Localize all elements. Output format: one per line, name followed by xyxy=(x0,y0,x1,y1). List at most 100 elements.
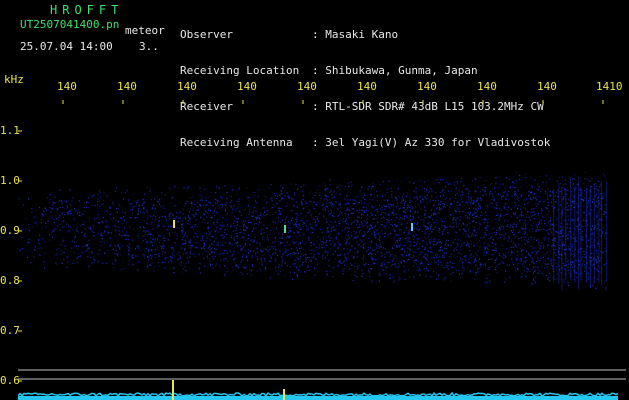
noise-speck xyxy=(206,237,208,239)
noise-speck xyxy=(21,248,23,250)
noise-speck xyxy=(179,257,181,259)
noise-speck xyxy=(388,221,390,223)
noise-speck xyxy=(280,185,282,187)
noise-speck xyxy=(566,260,568,262)
noise-speck xyxy=(354,274,356,277)
noise-speck xyxy=(131,206,133,208)
noise-speck xyxy=(246,216,248,218)
noise-speck xyxy=(332,253,334,255)
noise-speck xyxy=(428,236,430,238)
noise-speck xyxy=(319,213,321,215)
noise-speck xyxy=(223,252,225,254)
noise-speck xyxy=(517,190,520,192)
noise-speck xyxy=(447,204,449,206)
noise-speck xyxy=(388,219,390,222)
noise-speck xyxy=(49,198,51,200)
noise-speck xyxy=(510,254,512,256)
noise-speck xyxy=(230,195,232,198)
noise-speck xyxy=(408,276,411,278)
noise-speck xyxy=(244,225,246,227)
noise-speck xyxy=(380,214,382,216)
noise-speck xyxy=(406,207,409,209)
noise-speck xyxy=(470,253,472,255)
noise-speck xyxy=(490,236,492,238)
noise-speck xyxy=(602,192,604,195)
noise-speck xyxy=(473,208,475,210)
noise-speck xyxy=(539,248,541,250)
noise-speck xyxy=(280,207,282,209)
noise-speck xyxy=(156,254,158,256)
noise-speck xyxy=(419,196,421,198)
noise-speck xyxy=(487,243,489,245)
noise-speck xyxy=(217,200,219,202)
noise-speck xyxy=(196,226,199,228)
noise-speck xyxy=(237,224,239,226)
noise-speck xyxy=(293,232,295,234)
noise-speck xyxy=(138,247,140,249)
noise-speck xyxy=(170,225,172,227)
noise-speck xyxy=(28,224,30,226)
noise-speck xyxy=(436,262,438,264)
noise-speck xyxy=(150,198,153,201)
noise-speck xyxy=(500,260,502,262)
noise-speck xyxy=(270,257,272,259)
noise-speck xyxy=(40,219,42,221)
noise-speck xyxy=(247,259,249,262)
noise-speck xyxy=(494,269,497,271)
noise-speck xyxy=(595,195,597,197)
noise-speck xyxy=(469,250,471,252)
noise-speck xyxy=(469,271,471,273)
noise-speck xyxy=(453,249,455,252)
noise-speck xyxy=(546,207,548,210)
noise-speck xyxy=(398,195,400,197)
noise-speck xyxy=(354,199,356,201)
noise-speck xyxy=(337,246,339,248)
noise-speck xyxy=(492,228,494,230)
noise-speck xyxy=(117,220,119,223)
noise-speck xyxy=(206,227,209,229)
noise-speck xyxy=(459,239,461,241)
noise-speck xyxy=(457,243,459,245)
noise-speck xyxy=(371,257,373,259)
noise-speck xyxy=(371,253,373,255)
noise-speck xyxy=(359,190,361,192)
noise-speck xyxy=(498,207,501,209)
noise-speck xyxy=(370,225,372,227)
noise-speck xyxy=(203,242,205,244)
noise-speck xyxy=(397,188,399,190)
noise-speck xyxy=(420,261,422,263)
noise-speck xyxy=(296,266,298,268)
noise-speck xyxy=(339,213,341,215)
noise-speck xyxy=(345,203,348,205)
noise-speck xyxy=(266,249,268,251)
noise-speck xyxy=(488,273,490,276)
noise-speck xyxy=(426,201,428,203)
noise-speck xyxy=(62,226,64,228)
noise-speck xyxy=(309,249,311,251)
noise-speck xyxy=(584,171,586,174)
noise-speck xyxy=(196,246,198,248)
noise-speck xyxy=(409,181,411,183)
noise-speck xyxy=(545,224,547,226)
noise-speck xyxy=(150,255,152,257)
noise-speck xyxy=(456,217,458,220)
noise-speck xyxy=(381,206,383,208)
noise-speck xyxy=(115,187,117,189)
noise-speck xyxy=(298,233,300,235)
noise-speck xyxy=(559,190,561,193)
noise-speck xyxy=(218,204,220,206)
noise-speck xyxy=(364,265,366,267)
noise-speck xyxy=(523,270,526,272)
noise-speck xyxy=(524,208,527,210)
noise-speck xyxy=(230,225,232,227)
noise-speck xyxy=(268,249,270,251)
noise-speck xyxy=(509,276,511,278)
noise-speck xyxy=(437,256,439,258)
noise-speck xyxy=(61,200,63,202)
noise-speck xyxy=(154,253,156,255)
noise-speck xyxy=(294,194,296,196)
noise-speck xyxy=(259,256,261,258)
noise-speck xyxy=(209,245,211,247)
noise-speck xyxy=(65,200,67,202)
noise-speck xyxy=(71,209,73,211)
